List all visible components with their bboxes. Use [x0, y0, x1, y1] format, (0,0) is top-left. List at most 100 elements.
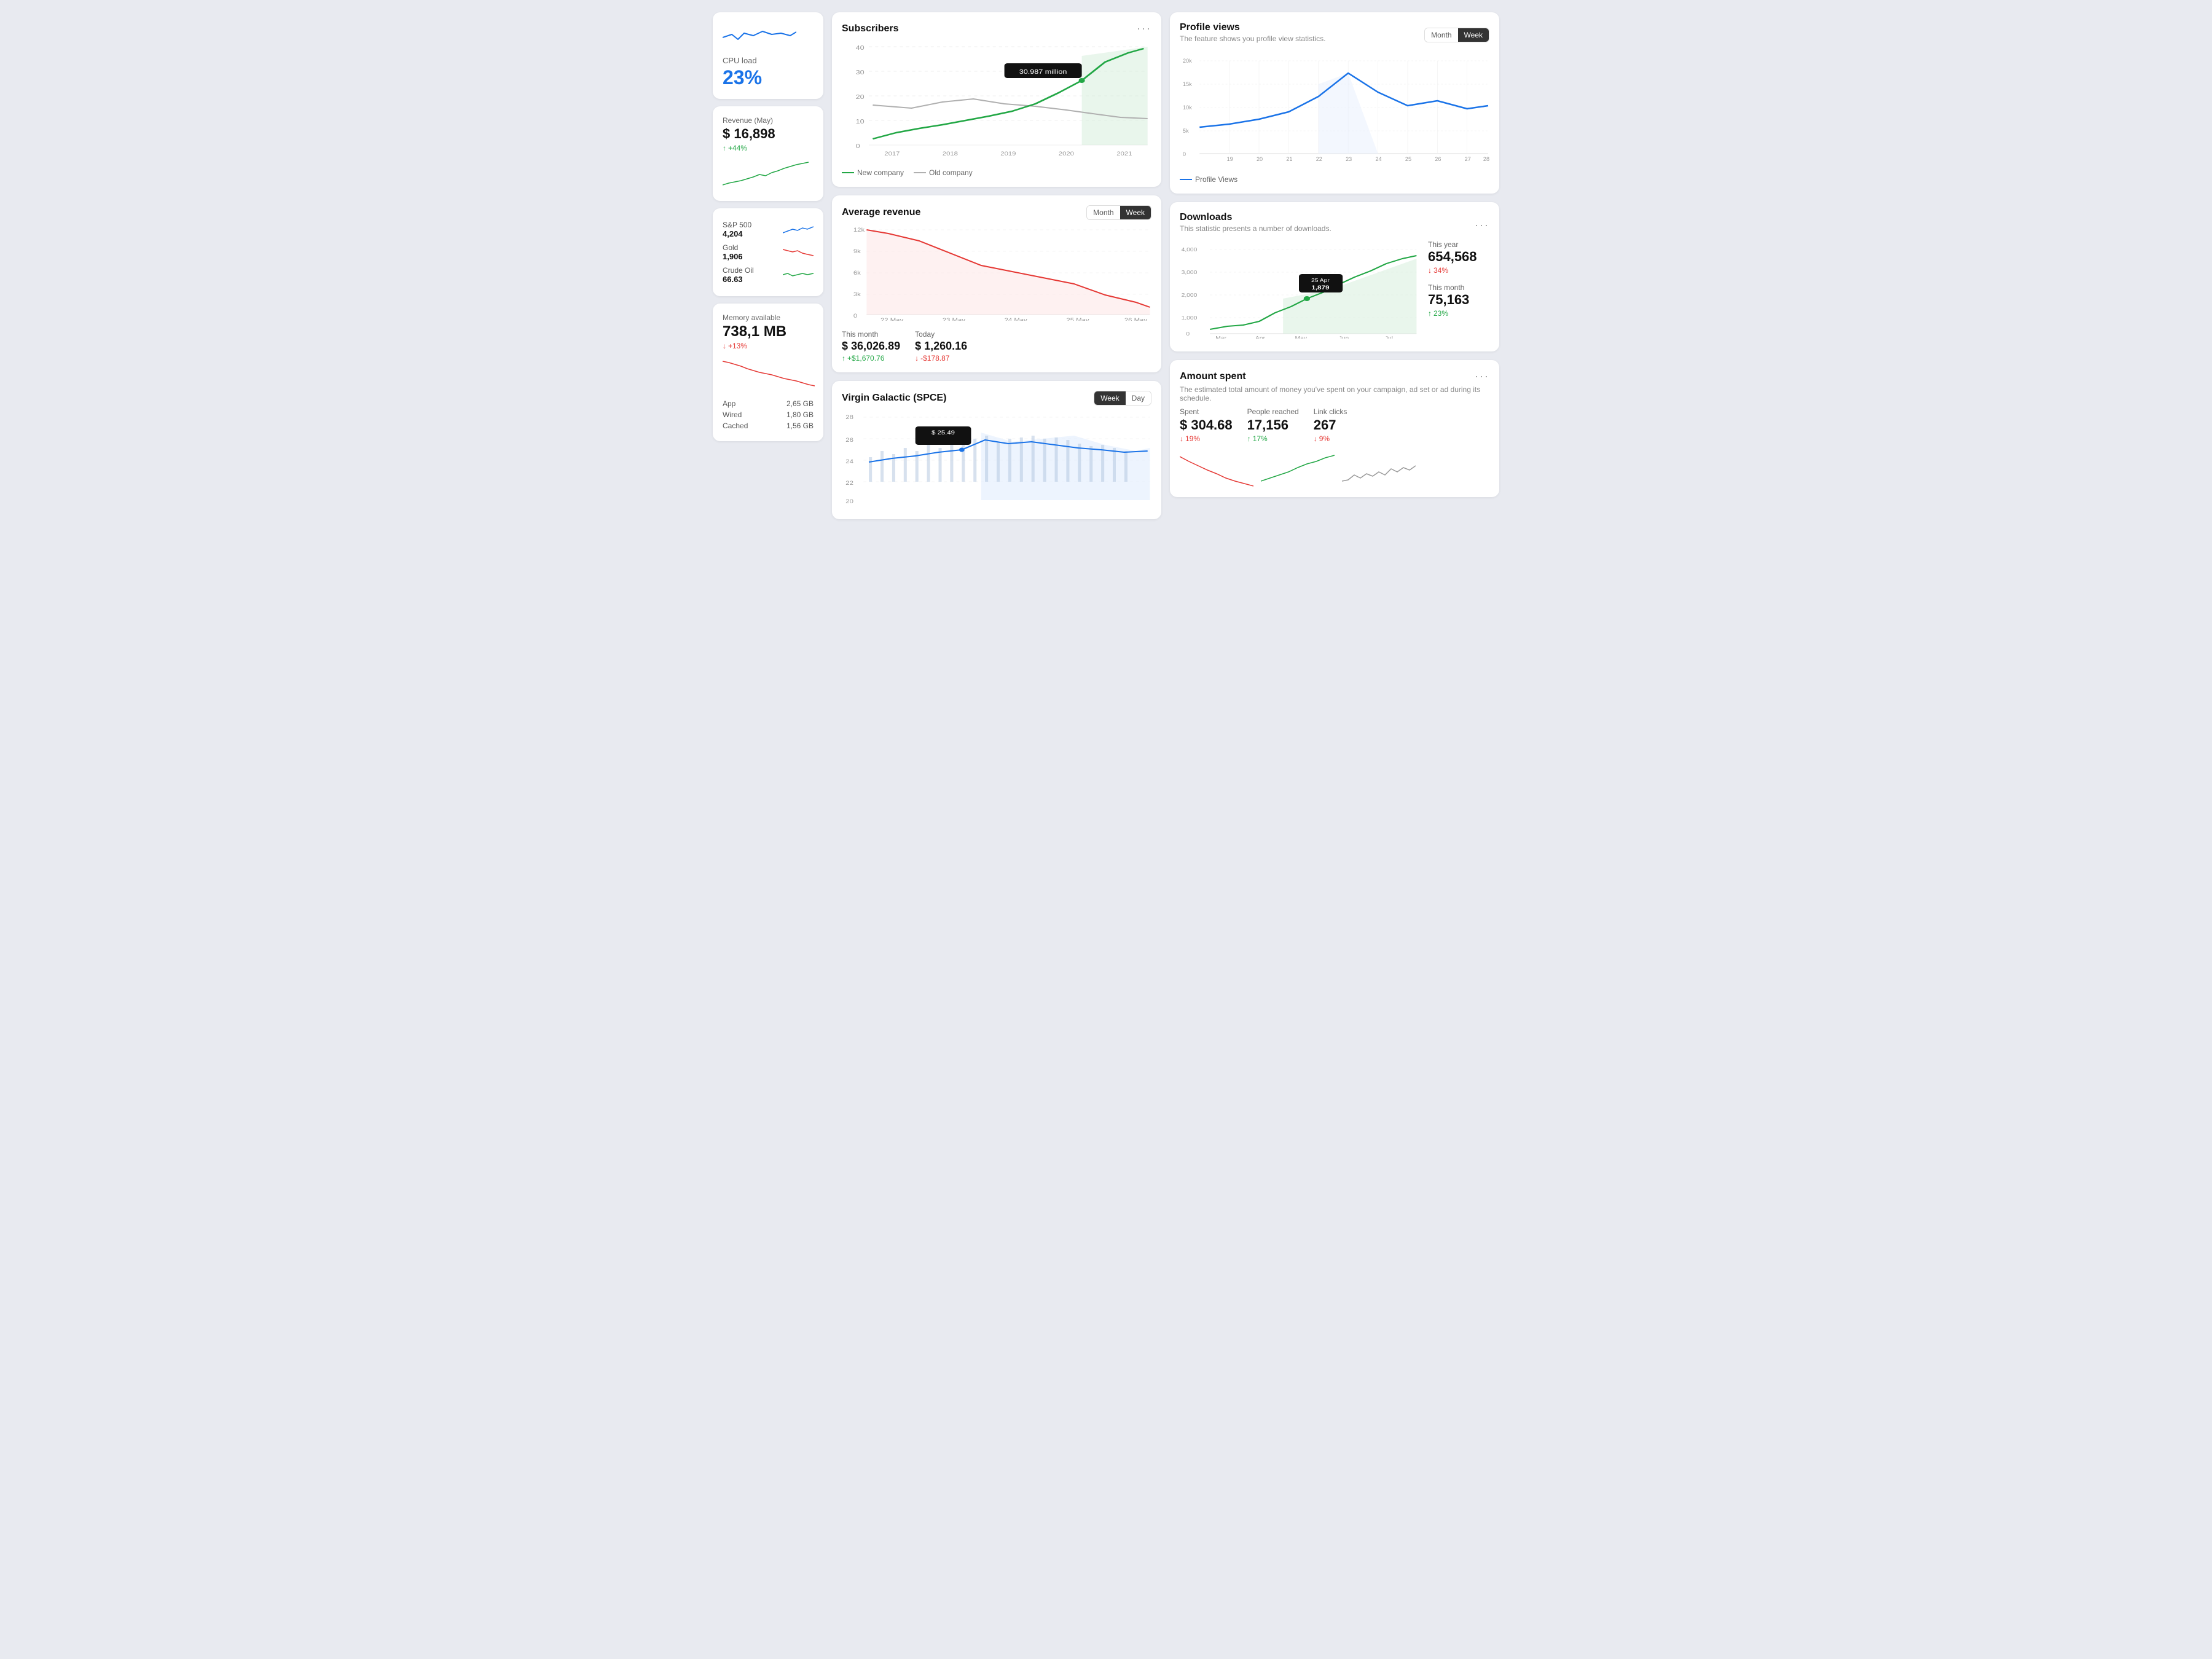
as-mini-charts: [1180, 450, 1489, 487]
svg-text:3,000: 3,000: [1182, 270, 1198, 275]
left-column: CPU load 23% Revenue (May) $ 16,898 ↑ +4…: [713, 12, 823, 519]
subscribers-chart: 40 30 20 10 0 2017 2018 2019 2020: [842, 37, 1151, 163]
avg-revenue-this-month: This month $ 36,026.89 ↑+$1,670.76: [842, 330, 900, 363]
svg-text:15k: 15k: [1183, 81, 1192, 87]
downloads-svg: 4,000 3,000 2,000 1,000 0: [1180, 240, 1418, 339]
svg-text:22: 22: [845, 480, 853, 487]
link-clicks-change: ↓9%: [1314, 434, 1347, 443]
svg-text:19: 19: [1227, 156, 1233, 162]
dl-month-change: ↑23%: [1428, 309, 1489, 318]
svg-text:25: 25: [1405, 156, 1411, 162]
average-revenue-card: Average revenue Month Week 12k 9k 6k 3k …: [832, 195, 1161, 372]
pv-chart: 20k 15k 10k 5k 0: [1180, 50, 1489, 170]
avg-revenue-toggle[interactable]: Month Week: [1086, 205, 1151, 220]
pv-legend-item: Profile Views: [1180, 175, 1237, 184]
svg-text:28: 28: [1483, 156, 1489, 162]
dl-this-year: This year 654,568 ↓34%: [1428, 240, 1489, 275]
svg-text:26: 26: [845, 437, 853, 444]
svg-text:2018: 2018: [943, 151, 959, 157]
svg-text:24: 24: [1376, 156, 1382, 162]
amount-spent-more-button[interactable]: ···: [1475, 370, 1489, 383]
cpu-card: CPU load 23%: [713, 12, 823, 99]
stock-val-oil: 66.63: [723, 275, 754, 284]
pv-title-block: Profile views The feature shows you prof…: [1180, 22, 1325, 48]
svg-text:26 May: 26 May: [1124, 318, 1148, 321]
svg-text:1,879: 1,879: [1311, 285, 1329, 291]
sp500-sparkline: [783, 222, 814, 237]
stock-name-gold: Gold: [723, 243, 743, 252]
pv-subtitle: The feature shows you profile view stati…: [1180, 34, 1325, 43]
avg-revenue-week-btn[interactable]: Week: [1120, 206, 1151, 219]
vg-toggle[interactable]: Week Day: [1094, 391, 1151, 406]
profile-views-card: Profile views The feature shows you prof…: [1170, 12, 1499, 194]
old-company-line: [914, 172, 926, 173]
subscribers-card: Subscribers ··· 40 30 20 10 0: [832, 12, 1161, 187]
spent-change: ↓19%: [1180, 434, 1233, 443]
vg-header: Virgin Galactic (SPCE) Week Day: [842, 391, 1151, 406]
dl-year-change: ↓34%: [1428, 266, 1489, 275]
stock-row-gold: Gold 1,906: [723, 241, 814, 264]
svg-text:2019: 2019: [1000, 151, 1016, 157]
avg-revenue-chart: 12k 9k 6k 3k 0 22 May: [842, 222, 1151, 324]
svg-text:30.987 million: 30.987 million: [1019, 69, 1067, 76]
downloads-chart-area: 4,000 3,000 2,000 1,000 0: [1180, 240, 1418, 342]
memory-card: Memory available 738,1 MB ↓ +13% App 2,6…: [713, 304, 823, 441]
spent-col: Spent $ 304.68 ↓19%: [1180, 407, 1233, 443]
revenue-card: Revenue (May) $ 16,898 ↑ +44%: [713, 106, 823, 201]
cpu-label: CPU load: [723, 56, 814, 65]
stock-name-oil: Crude Oil: [723, 266, 754, 275]
subscribers-more-button[interactable]: ···: [1137, 22, 1151, 35]
avg-revenue-today: Today $ 1,260.16 ↓-$178.87: [915, 330, 967, 363]
svg-text:May: May: [1295, 335, 1308, 339]
stock-row-oil: Crude Oil 66.63: [723, 264, 814, 286]
svg-text:9k: 9k: [853, 249, 861, 255]
stock-row-sp500: S&P 500 4,204: [723, 218, 814, 241]
svg-text:Jun: Jun: [1339, 335, 1349, 339]
svg-text:0: 0: [1183, 151, 1186, 157]
svg-text:20: 20: [845, 499, 853, 505]
memory-value: 738,1 MB: [723, 323, 814, 340]
stock-val-sp500: 4,204: [723, 229, 751, 238]
avg-revenue-month-btn[interactable]: Month: [1087, 206, 1120, 219]
avg-revenue-svg: 12k 9k 6k 3k 0 22 May: [842, 222, 1151, 321]
pv-toggle[interactable]: Month Week: [1424, 28, 1489, 42]
legend-new-company: New company: [842, 168, 904, 177]
vg-chart: 28 26 24 22 20: [842, 408, 1151, 509]
svg-text:2020: 2020: [1059, 151, 1075, 157]
virgin-galactic-card: Virgin Galactic (SPCE) Week Day 28 26 24…: [832, 381, 1161, 519]
mem-detail-app: App 2,65 GB: [723, 398, 814, 409]
svg-text:6k: 6k: [853, 270, 861, 276]
pv-week-btn[interactable]: Week: [1458, 28, 1489, 42]
vg-day-btn[interactable]: Day: [1126, 391, 1151, 405]
revenue-value: $ 16,898: [723, 126, 814, 142]
svg-text:10k: 10k: [1183, 104, 1192, 111]
vg-week-btn[interactable]: Week: [1094, 391, 1125, 405]
svg-text:22 May: 22 May: [880, 318, 904, 321]
svg-text:22: 22: [1316, 156, 1322, 162]
dl-header: Downloads This statistic presents a numb…: [1180, 212, 1489, 238]
svg-text:12k: 12k: [853, 227, 865, 233]
svg-text:24: 24: [845, 459, 853, 465]
pv-month-btn[interactable]: Month: [1425, 28, 1457, 42]
down-arrow-icon: ↓: [723, 342, 726, 350]
pv-header: Profile views The feature shows you prof…: [1180, 22, 1489, 48]
new-company-line: [842, 172, 854, 173]
stocks-card: S&P 500 4,204 Gold 1,906 Crude Oil: [713, 208, 823, 296]
svg-text:4,000: 4,000: [1182, 247, 1198, 253]
svg-text:0: 0: [856, 143, 860, 150]
revenue-change: ↑ +44%: [723, 144, 814, 152]
stock-name-sp500: S&P 500: [723, 221, 751, 229]
right-column: Profile views The feature shows you prof…: [1170, 12, 1499, 519]
memory-details: App 2,65 GB Wired 1,80 GB Cached 1,56 GB: [723, 398, 814, 431]
downloads-more-button[interactable]: ···: [1475, 219, 1489, 232]
downloads-card: Downloads This statistic presents a numb…: [1170, 202, 1499, 351]
as-subtitle: The estimated total amount of money you'…: [1180, 385, 1489, 402]
dl-title-block: Downloads This statistic presents a numb…: [1180, 212, 1332, 238]
amount-columns: Spent $ 304.68 ↓19% People reached 17,15…: [1180, 407, 1489, 443]
svg-text:30: 30: [856, 69, 865, 76]
vg-svg: 28 26 24 22 20: [842, 408, 1151, 506]
svg-text:$ 25.49: $ 25.49: [931, 430, 955, 436]
memory-change: ↓ +13%: [723, 342, 814, 350]
subscribers-header: Subscribers ···: [842, 22, 1151, 35]
subscribers-svg: 40 30 20 10 0 2017 2018 2019 2020: [842, 37, 1151, 160]
